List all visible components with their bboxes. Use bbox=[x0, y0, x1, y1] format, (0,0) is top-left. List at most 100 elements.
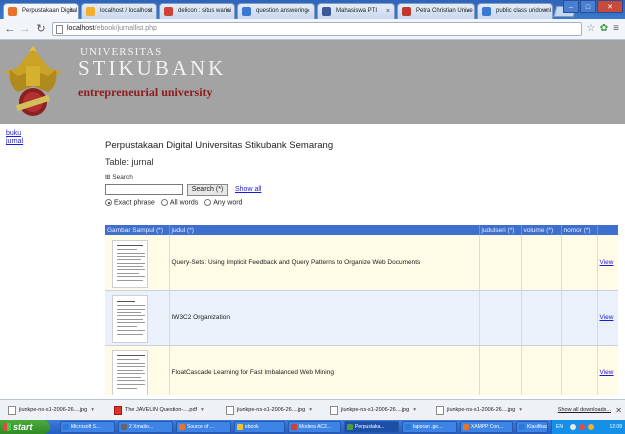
search-input[interactable] bbox=[105, 184, 183, 195]
start-label: start bbox=[13, 422, 33, 432]
judul-cell: IW3C2 Organization bbox=[169, 290, 480, 346]
header-nomor[interactable]: nomor (*) bbox=[561, 225, 598, 235]
action-cell: View bbox=[597, 235, 618, 291]
app-icon bbox=[405, 424, 411, 430]
network-icon[interactable] bbox=[570, 424, 576, 430]
tab-title: Petra Christian Unive bbox=[416, 8, 473, 14]
view-link[interactable]: View bbox=[600, 314, 614, 321]
show-all-downloads-link[interactable]: Show all downloads... bbox=[558, 404, 611, 417]
browser-tab[interactable]: localhost / localhost × bbox=[81, 3, 157, 19]
chevron-down-icon[interactable]: ▾ bbox=[413, 407, 416, 413]
back-arrow-icon[interactable]: ← bbox=[3, 22, 17, 36]
tab-close-icon[interactable]: × bbox=[544, 4, 548, 19]
tab-favicon-icon bbox=[322, 7, 331, 16]
search-legend-text: Search bbox=[112, 174, 133, 181]
volume-cell bbox=[521, 235, 562, 291]
browser-tab[interactable]: Mahasiswa PTI × bbox=[317, 3, 395, 19]
url-host: localhost bbox=[67, 25, 95, 32]
header-volume[interactable]: volume (*) bbox=[521, 225, 562, 235]
browser-tab[interactable]: delicon : situs warisi × bbox=[159, 3, 235, 19]
taskbar-item-label: Modera AC2... bbox=[299, 424, 331, 430]
sidebar-item-jurnal[interactable]: jurnal bbox=[6, 138, 23, 146]
cover-cell bbox=[105, 290, 170, 346]
judul-cell: FloatCascade Learning for Fast Imbalance… bbox=[169, 345, 480, 395]
cover-thumbnail[interactable] bbox=[112, 295, 148, 343]
download-item[interactable]: jiunkpe-ns-s1-2006-26....jpg ▾ bbox=[226, 404, 312, 417]
cover-thumbnail[interactable] bbox=[112, 350, 148, 395]
close-icon[interactable]: ✕ bbox=[615, 404, 622, 417]
volume-icon[interactable] bbox=[588, 424, 594, 430]
header-judul[interactable]: judul (*) bbox=[169, 225, 480, 235]
reload-icon[interactable]: ↻ bbox=[34, 22, 48, 36]
url-path: /ebook/jurnallist.php bbox=[94, 25, 157, 32]
tab-close-icon[interactable]: × bbox=[70, 4, 74, 19]
radio-exact-phrase[interactable]: Exact phrase bbox=[105, 199, 155, 206]
table-row: Query-Sets: Using Implicit Feedback and … bbox=[105, 235, 618, 291]
tab-close-icon[interactable]: × bbox=[386, 4, 390, 19]
taskbar-item[interactable]: laporan .ge... bbox=[402, 421, 457, 433]
jurnal-table-container: Gambar Sampul (*) judul (*) judulseri (*… bbox=[105, 225, 618, 395]
taskbar-item[interactable]: Source of ... bbox=[176, 421, 231, 433]
download-item[interactable]: jiunkpe-ns-s1-2006-26....jpg ▾ bbox=[436, 404, 522, 417]
cover-thumbnail[interactable] bbox=[112, 239, 148, 288]
taskbar-item-label: Perpustaka... bbox=[355, 424, 385, 430]
show-all-link[interactable]: Show all bbox=[235, 186, 261, 193]
tab-close-icon[interactable]: × bbox=[466, 4, 470, 19]
side-navigation: buku jurnal bbox=[6, 130, 23, 146]
close-window-button[interactable]: ✕ bbox=[597, 0, 623, 13]
chevron-down-icon[interactable]: ▾ bbox=[91, 407, 94, 413]
tab-title: public class uridownl bbox=[496, 8, 552, 14]
maximize-button[interactable]: □ bbox=[580, 0, 596, 13]
judulseri-cell bbox=[479, 290, 522, 346]
university-logo bbox=[4, 46, 62, 116]
tab-close-icon[interactable]: × bbox=[306, 4, 310, 19]
nomor-cell bbox=[561, 290, 598, 346]
minimize-button[interactable]: – bbox=[563, 0, 579, 13]
taskbar-item[interactable]: Perpustaka... bbox=[344, 421, 399, 433]
address-bar[interactable]: localhost/ebook/jurnallist.php bbox=[52, 22, 582, 36]
sidebar-item-buku[interactable]: buku bbox=[6, 130, 23, 138]
browser-tab[interactable]: Perpustakaan Digital × bbox=[3, 3, 79, 19]
radio-all-words[interactable]: All words bbox=[160, 199, 198, 206]
search-button[interactable]: Search (*) bbox=[187, 184, 228, 196]
nomor-cell bbox=[561, 345, 598, 395]
view-link[interactable]: View bbox=[600, 369, 614, 376]
taskbar-item-label: Klasifikasi -... bbox=[527, 424, 548, 430]
antivirus-icon[interactable] bbox=[579, 424, 585, 430]
taskbar-item[interactable]: Modera AC2... bbox=[288, 421, 341, 433]
chevron-down-icon[interactable]: ▾ bbox=[309, 407, 312, 413]
download-item[interactable]: jiunkpe-ns-s1-2006-26....jpg ▾ bbox=[8, 404, 94, 417]
taskbar-item[interactable]: Klasifikasi -... bbox=[516, 421, 548, 433]
download-item[interactable]: The JAVELIN Question-....pdf ▾ bbox=[114, 404, 204, 417]
taskbar-item[interactable]: Microsoft S... bbox=[60, 421, 115, 433]
download-filename: jiunkpe-ns-s1-2006-26....jpg bbox=[341, 407, 410, 413]
taskbar-item[interactable]: XAMPP Con... bbox=[460, 421, 513, 433]
browser-tab[interactable]: Petra Christian Unive × bbox=[397, 3, 475, 19]
search-row: Search (*) Show all bbox=[105, 184, 615, 196]
star-bookmark-icon[interactable]: ☆ bbox=[585, 23, 597, 35]
download-filename: jiunkpe-ns-s1-2006-26....jpg bbox=[447, 407, 516, 413]
view-link[interactable]: View bbox=[600, 259, 614, 266]
chevron-down-icon[interactable]: ▾ bbox=[519, 407, 522, 413]
action-cell: View bbox=[597, 345, 618, 395]
judul-cell: Query-Sets: Using Implicit Feedback and … bbox=[169, 235, 480, 291]
download-item[interactable]: jiunkpe-ns-s1-2006-26....jpg ▾ bbox=[330, 404, 416, 417]
taskbar-item-label: Source of ... bbox=[187, 424, 214, 430]
pdf-file-icon bbox=[114, 406, 122, 415]
radio-any-word[interactable]: Any word bbox=[204, 199, 242, 206]
forward-arrow-icon[interactable]: → bbox=[18, 22, 32, 36]
chevron-down-icon[interactable]: ▾ bbox=[201, 407, 204, 413]
tab-close-icon[interactable]: × bbox=[226, 4, 230, 19]
extension-icon[interactable]: ✿ bbox=[598, 23, 610, 35]
table-label: Table: jurnal bbox=[105, 157, 154, 167]
menu-icon[interactable]: ≡ bbox=[610, 23, 622, 35]
taskbar-item[interactable]: 2 Xmatio... bbox=[118, 421, 173, 433]
language-indicator[interactable]: EN bbox=[556, 420, 563, 434]
taskbar-item[interactable]: ebook bbox=[234, 421, 285, 433]
tab-close-icon[interactable]: × bbox=[148, 4, 152, 19]
header-gambar-sampul[interactable]: Gambar Sampul (*) bbox=[105, 225, 170, 235]
start-button[interactable]: start bbox=[0, 420, 50, 434]
header-judulseri[interactable]: judulseri (*) bbox=[479, 225, 522, 235]
browser-tab[interactable]: public class uridownl × bbox=[477, 3, 553, 19]
browser-tab[interactable]: question answering × bbox=[237, 3, 315, 19]
